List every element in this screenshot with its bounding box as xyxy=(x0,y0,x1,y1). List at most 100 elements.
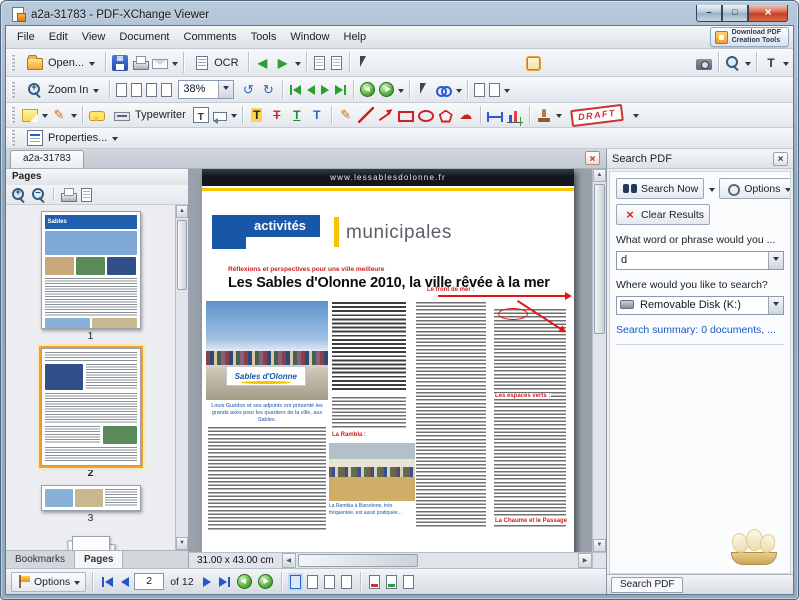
close-button[interactable] xyxy=(748,5,788,22)
menu-help[interactable]: Help xyxy=(337,28,374,46)
line-tool-icon[interactable] xyxy=(358,107,374,123)
search-now-dropdown-arrow[interactable] xyxy=(709,188,715,195)
previous-view-icon[interactable] xyxy=(314,56,325,70)
page-3-thumbnail[interactable] xyxy=(41,485,141,511)
previous-page-button[interactable] xyxy=(118,575,132,589)
thumbnails-scroll-up-button[interactable] xyxy=(176,205,188,218)
menu-edit[interactable]: Edit xyxy=(42,28,75,46)
pencil-tool-icon[interactable] xyxy=(338,107,354,123)
fit-width-icon[interactable] xyxy=(146,83,157,97)
doc-scroll-down-button[interactable] xyxy=(593,539,606,552)
insert-text-icon[interactable] xyxy=(309,107,325,123)
menu-document[interactable]: Document xyxy=(112,28,176,46)
highlighter-dropdown-arrow[interactable] xyxy=(71,114,77,121)
doc-hscroll-thumb[interactable] xyxy=(298,554,418,567)
link-tool-icon[interactable] xyxy=(436,82,452,98)
history-dropdown-arrow[interactable] xyxy=(295,62,301,69)
callout-dropdown-arrow[interactable] xyxy=(231,114,237,121)
continuous-view-icon[interactable] xyxy=(489,83,500,97)
zoom-level-dropdown[interactable] xyxy=(218,81,233,98)
snapshot-tool-icon[interactable] xyxy=(696,59,712,70)
strikeout-text-icon[interactable] xyxy=(269,107,285,123)
red-ellipse-annotation[interactable] xyxy=(498,308,528,320)
search-query-dropdown[interactable] xyxy=(768,252,783,269)
first-page-toolbar-button[interactable] xyxy=(287,83,304,97)
next-page-button[interactable] xyxy=(200,575,214,589)
open-button[interactable]: Open... xyxy=(20,53,101,73)
zoom-in-button[interactable]: Zoom In xyxy=(20,79,105,101)
previous-view-history-icon[interactable] xyxy=(360,82,375,97)
link-tool-dropdown-arrow[interactable] xyxy=(456,89,462,96)
email-icon[interactable] xyxy=(152,59,168,69)
save-icon[interactable] xyxy=(112,55,128,71)
search-panel-close-button[interactable] xyxy=(773,152,788,166)
polygon-tool-icon[interactable] xyxy=(439,110,453,123)
fit-page-icon[interactable] xyxy=(131,83,142,97)
single-page-view-icon[interactable] xyxy=(474,83,485,97)
menu-window[interactable]: Window xyxy=(283,28,336,46)
select-text-dropdown-arrow[interactable] xyxy=(783,62,789,69)
previous-page-toolbar-button[interactable] xyxy=(304,83,318,97)
export-dropdown-arrow[interactable] xyxy=(172,62,178,69)
export-pdf-icon[interactable] xyxy=(369,575,380,589)
document-info-icon[interactable] xyxy=(403,575,414,589)
search-pdf-bottom-tab[interactable]: Search PDF xyxy=(611,577,683,593)
page-number-input[interactable]: 2 xyxy=(134,573,164,590)
document-horizontal-scrollbar[interactable] xyxy=(282,553,592,568)
actual-size-icon[interactable] xyxy=(116,83,127,97)
rotate-cw-icon[interactable] xyxy=(260,82,276,98)
rotate-ccw-icon[interactable] xyxy=(240,82,256,98)
view-forward-icon[interactable] xyxy=(258,574,273,589)
page-2-thumbnail[interactable] xyxy=(41,348,141,466)
zoom-tool-dropdown-arrow[interactable] xyxy=(745,62,751,69)
thumbnails-zoom-in-icon[interactable] xyxy=(11,187,27,203)
stamp-dropdown-arrow[interactable] xyxy=(556,114,562,121)
sticky-note-dropdown-arrow[interactable] xyxy=(42,114,48,121)
text-box-tool-icon[interactable] xyxy=(193,107,209,123)
search-now-button[interactable]: Search Now xyxy=(616,178,704,199)
bookmarks-tab[interactable]: Bookmarks xyxy=(6,551,75,568)
ocr-button[interactable]: OCR xyxy=(188,53,243,73)
single-page-layout-icon[interactable] xyxy=(290,575,301,589)
page-1-thumbnail[interactable]: Sables xyxy=(41,211,141,329)
draft-stamp-preview[interactable]: DRAFT xyxy=(570,103,624,126)
distance-tool-icon[interactable] xyxy=(487,112,503,122)
continuous-layout-icon[interactable] xyxy=(307,575,318,589)
callout-tool-icon[interactable] xyxy=(213,112,227,121)
thumbnails-scrollbar[interactable] xyxy=(175,205,188,550)
clear-results-button[interactable]: Clear Results xyxy=(616,204,710,225)
hand-tool-icon[interactable] xyxy=(527,57,540,70)
stamp-tool-icon[interactable] xyxy=(536,107,552,123)
document-viewport[interactable]: www.lessablesdolonne.fr activités munici… xyxy=(189,169,592,552)
doc-scroll-up-button[interactable] xyxy=(593,169,606,182)
document-tab[interactable]: a2a-31783 xyxy=(10,150,84,168)
draft-stamp-dropdown-arrow[interactable] xyxy=(633,114,639,121)
arrow-tool-icon[interactable] xyxy=(378,107,394,123)
sticky-note-tool-icon[interactable] xyxy=(22,109,38,122)
search-where-combo[interactable]: Removable Disk (K:) xyxy=(616,296,784,315)
pointer-tool-icon[interactable] xyxy=(416,82,432,98)
search-options-button[interactable]: Options xyxy=(719,178,791,199)
download-pdf-tools-button[interactable]: Download PDF Creation Tools xyxy=(710,27,789,47)
last-page-button[interactable] xyxy=(216,575,233,589)
properties-button[interactable]: Properties... xyxy=(20,127,124,149)
document-vertical-scrollbar[interactable] xyxy=(592,169,606,552)
thumbnails-options-icon[interactable] xyxy=(81,188,92,202)
search-where-value[interactable]: Removable Disk (K:) xyxy=(636,297,768,314)
minimize-button[interactable] xyxy=(696,5,722,22)
view-history-dropdown-arrow[interactable] xyxy=(398,89,404,96)
maximize-button[interactable] xyxy=(722,5,748,22)
toolbar-grip[interactable] xyxy=(11,55,15,71)
doc-scroll-right-button[interactable] xyxy=(578,553,592,568)
thumbnails-zoom-out-icon[interactable] xyxy=(31,187,47,203)
titlebar[interactable]: a2a-31783 - PDF-XChange Viewer xyxy=(5,1,794,25)
cloud-tool-icon[interactable] xyxy=(458,107,474,123)
thumbnails-print-icon[interactable] xyxy=(60,187,76,203)
toolbar-grip[interactable] xyxy=(11,82,15,98)
page-view-dropdown-arrow[interactable] xyxy=(504,89,510,96)
comment-bubble-icon[interactable] xyxy=(89,111,105,121)
menu-file[interactable]: File xyxy=(10,28,42,46)
typewriter-button[interactable]: Typewriter xyxy=(107,106,191,124)
thumbnails-scroll-thumb[interactable] xyxy=(177,220,187,290)
thumbnails-scroll-down-button[interactable] xyxy=(176,537,188,550)
